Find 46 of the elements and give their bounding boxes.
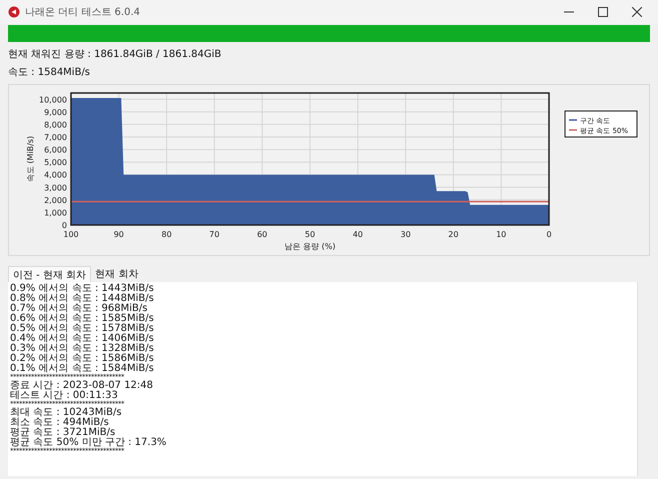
y-tick-label: 3,000 [44, 183, 67, 192]
y-tick-label: 10,000 [39, 95, 67, 104]
close-icon[interactable] [632, 7, 642, 17]
log-line: 평균 속도 : 3721MiB/s [10, 428, 116, 438]
log-line: 0.4% 에서의 속도 : 1406MiB/s [10, 334, 155, 344]
x-tick-label: 80 [162, 230, 172, 239]
y-tick-label: 2,000 [44, 196, 67, 205]
x-tick-label: 50 [304, 230, 316, 239]
log-line: 0.8% 에서의 속도 : 1448MiB/s [10, 294, 155, 304]
log-line: 0.3% 에서의 속도 : 1328MiB/s [10, 344, 155, 354]
y-tick-label: 8,000 [44, 120, 67, 130]
y-tick-label: 1,000 [44, 208, 67, 218]
x-tick-label: 70 [209, 230, 220, 239]
x-axis-title: 남은 용량 (%) [284, 242, 336, 251]
log-line: 0.2% 에서의 속도 : 1586MiB/s [10, 354, 155, 364]
y-tick-label: 0 [62, 221, 67, 230]
log-line: 0.6% 에서의 속도 : 1585MiB/s [10, 314, 155, 324]
y-tick-label: 5,000 [44, 158, 67, 168]
y-axis-title: 속도 (MiB/s) [26, 136, 35, 182]
window-title: 나래온 더티 테스트 6.0.4 [25, 6, 140, 19]
app-icon [8, 6, 20, 18]
log-line: 최소 속도 : 494MiB/s [10, 418, 109, 428]
log-line: 평균 속도 50% 미만 구간 : 17.3% [10, 438, 168, 448]
log-line: 종료 시간 : 2023-08-07 12:48 [10, 381, 154, 391]
x-tick-label: 60 [257, 230, 268, 239]
status-text: 현재 채워진 용량 : 1861.84GiB / 1861.84GiB [8, 48, 222, 62]
log-line: 테스트 시간 : 00:11:33 [10, 391, 118, 401]
x-tick-label: 100 [63, 230, 79, 239]
y-tick-label: 4,000 [44, 170, 67, 180]
log-line: 최대 속도 : 10243MiB/s [10, 408, 123, 418]
y-tick-label: 9,000 [44, 108, 67, 117]
x-tick-label: 20 [448, 230, 458, 239]
y-tick-label: 7,000 [44, 133, 67, 142]
log-line: 0.5% 에서의 속도 : 1578MiB/s [10, 324, 155, 334]
log-line: 0.7% 에서의 속도 : 968MiB/s [10, 304, 148, 314]
status-text: 속도 : 1584MiB/s [8, 66, 92, 80]
x-tick-label: 90 [114, 230, 124, 239]
x-tick-label: 10 [496, 230, 506, 239]
x-tick-label: 30 [400, 230, 411, 239]
maximize-icon[interactable] [598, 7, 608, 17]
x-tick-label: 40 [352, 230, 363, 239]
y-tick-label: 6,000 [44, 146, 67, 155]
log-line: 0.1% 에서의 속도 : 1584MiB/s [10, 364, 155, 374]
tab[interactable]: 이전 - 현재 회차 [8, 266, 92, 282]
x-tick-label: 0 [546, 230, 552, 239]
log-line: 0.9% 에서의 속도 : 1443MiB/s [10, 284, 155, 294]
